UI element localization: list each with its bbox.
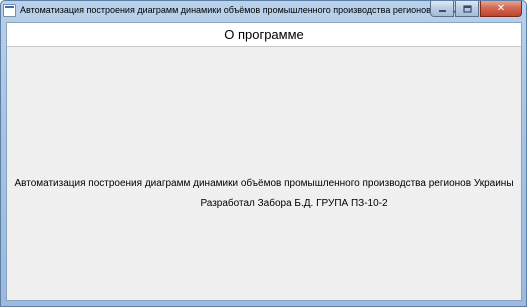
caption-buttons: ✕ xyxy=(430,1,522,17)
page-title: О программе xyxy=(224,27,304,42)
minimize-icon xyxy=(438,9,446,12)
minimize-button[interactable] xyxy=(430,1,454,17)
about-body: Автоматизация построения диаграмм динами… xyxy=(7,48,521,300)
client-area: О программе Автоматизация построения диа… xyxy=(6,22,522,301)
about-window: Автоматизация построения диаграмм динами… xyxy=(0,0,527,307)
app-icon xyxy=(3,4,16,17)
maximize-icon xyxy=(462,4,472,13)
window-title: Автоматизация построения диаграмм динами… xyxy=(20,5,470,15)
close-button[interactable]: ✕ xyxy=(480,1,522,17)
header-bar: О программе xyxy=(7,23,521,47)
maximize-button[interactable] xyxy=(455,1,479,17)
close-icon: ✕ xyxy=(496,3,506,14)
title-bar[interactable]: Автоматизация построения диаграмм динами… xyxy=(1,1,526,22)
description-text: Автоматизация построения диаграмм динами… xyxy=(14,178,514,189)
author-text: Разработал Забора Б.Д. ГРУПА ПЗ-10-2 xyxy=(200,198,388,209)
